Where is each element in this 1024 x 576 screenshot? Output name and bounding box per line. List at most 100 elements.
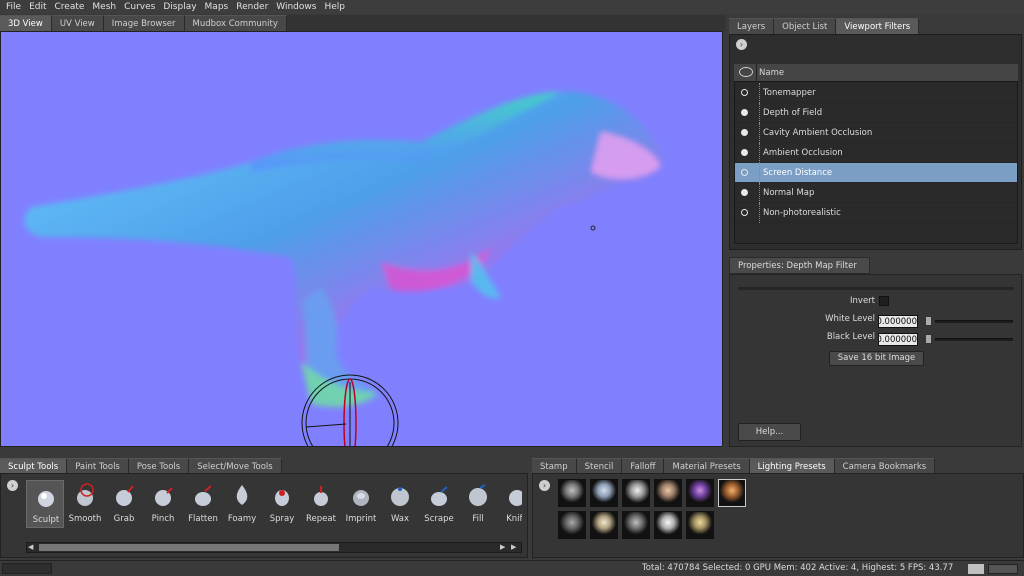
tool-spray[interactable]: Spray xyxy=(263,480,301,528)
scroll-left-icon[interactable]: ◀ xyxy=(28,543,37,552)
tab-uv-view[interactable]: UV View xyxy=(51,15,104,31)
visibility-icon[interactable] xyxy=(741,89,748,96)
tool-label: Knife xyxy=(506,514,522,524)
black-level-slider-handle[interactable] xyxy=(925,334,932,344)
imprint-icon xyxy=(353,490,369,506)
tool-smooth[interactable]: Smooth xyxy=(66,480,104,528)
visibility-icon[interactable] xyxy=(741,189,748,196)
filter-row-ambient-occlusion[interactable]: Ambient Occlusion xyxy=(735,143,1017,163)
menu-file[interactable]: File xyxy=(4,0,27,14)
filter-row-non-photorealistic[interactable]: Non-photorealistic xyxy=(735,203,1017,223)
tool-scrape[interactable]: Scrape xyxy=(420,480,458,528)
tool-foamy[interactable]: Foamy xyxy=(223,480,261,528)
scroll-end-icon[interactable]: ▶ xyxy=(511,543,520,552)
menu-mesh[interactable]: Mesh xyxy=(90,0,122,14)
tab-lighting-presets[interactable]: Lighting Presets xyxy=(749,458,835,474)
tab-stencil[interactable]: Stencil xyxy=(576,458,623,474)
tab-paint-tools[interactable]: Paint Tools xyxy=(67,458,129,474)
tab-layers[interactable]: Layers xyxy=(729,18,775,34)
scrollbar-thumb[interactable] xyxy=(39,544,339,551)
tool-grab[interactable]: Grab xyxy=(105,480,143,528)
tool-flatten[interactable]: Flatten xyxy=(184,480,222,528)
lighting-preset-thumb[interactable] xyxy=(622,511,650,539)
invert-label: Invert xyxy=(850,296,875,306)
lighting-preset-thumb[interactable] xyxy=(686,479,714,507)
menu-maps[interactable]: Maps xyxy=(203,0,235,14)
visibility-icon[interactable] xyxy=(741,209,748,216)
visibility-icon[interactable] xyxy=(741,149,748,156)
tool-fill[interactable]: Fill xyxy=(459,480,497,528)
panel-menu-icon[interactable]: › xyxy=(539,480,550,491)
tab-image-browser[interactable]: Image Browser xyxy=(103,15,185,31)
filter-row-tonemapper[interactable]: Tonemapper xyxy=(735,83,1017,103)
filter-row-screen-distance[interactable]: Screen Distance xyxy=(735,163,1017,183)
tool-knife[interactable]: Knife xyxy=(498,480,522,528)
tool-wax[interactable]: Wax xyxy=(381,480,419,528)
status-field xyxy=(2,563,52,574)
filter-label: Cavity Ambient Occlusion xyxy=(763,128,873,138)
filter-row-depth-of-field[interactable]: Depth of Field xyxy=(735,103,1017,123)
tab-properties[interactable]: Properties: Depth Map Filter xyxy=(729,257,870,274)
tab-object-list[interactable]: Object List xyxy=(774,18,837,34)
eye-icon xyxy=(739,67,753,77)
menu-edit[interactable]: Edit xyxy=(27,0,52,14)
name-column-header[interactable]: Name xyxy=(756,64,784,82)
help-button[interactable]: Help... xyxy=(738,423,801,441)
lighting-preset-thumb[interactable] xyxy=(686,511,714,539)
black-level-slider[interactable] xyxy=(935,338,1013,341)
menu-create[interactable]: Create xyxy=(53,0,91,14)
tool-pinch[interactable]: Pinch xyxy=(144,480,182,528)
tool-sculpt[interactable]: Sculpt xyxy=(26,480,64,528)
lighting-preset-thumb[interactable] xyxy=(654,511,682,539)
tab-sculpt-tools[interactable]: Sculpt Tools xyxy=(0,458,68,474)
tab-mudbox-community[interactable]: Mudbox Community xyxy=(184,15,287,31)
tool-label: Scrape xyxy=(424,514,454,524)
menu-curves[interactable]: Curves xyxy=(122,0,161,14)
tab-select-move-tools[interactable]: Select/Move Tools xyxy=(189,458,282,474)
menu-windows[interactable]: Windows xyxy=(274,0,322,14)
save-16bit-button[interactable]: Save 16 bit Image xyxy=(829,351,924,366)
visibility-icon[interactable] xyxy=(741,129,748,136)
lighting-preset-thumb-selected[interactable] xyxy=(718,479,746,507)
tab-material-presets[interactable]: Material Presets xyxy=(664,458,750,474)
white-level-slider[interactable] xyxy=(935,320,1013,323)
white-level-label: White Level xyxy=(825,314,875,324)
invert-checkbox[interactable] xyxy=(879,296,889,306)
white-level-field[interactable]: 0.000000 xyxy=(878,315,918,328)
tool-imprint[interactable]: Imprint xyxy=(342,480,380,528)
flatten-icon xyxy=(195,485,212,506)
tab-viewport-filters[interactable]: Viewport Filters xyxy=(836,18,920,34)
menu-help[interactable]: Help xyxy=(322,0,351,14)
tab-pose-tools[interactable]: Pose Tools xyxy=(128,458,190,474)
lighting-preset-thumb[interactable] xyxy=(590,511,618,539)
filter-row-normal-map[interactable]: Normal Map xyxy=(735,183,1017,203)
filter-row-cavity-ao[interactable]: Cavity Ambient Occlusion xyxy=(735,123,1017,143)
3d-viewport[interactable] xyxy=(0,31,723,447)
tab-camera-bookmarks[interactable]: Camera Bookmarks xyxy=(834,458,936,474)
lighting-preset-thumb[interactable] xyxy=(558,511,586,539)
visibility-icon[interactable] xyxy=(741,169,748,176)
tool-label: Foamy xyxy=(227,514,257,524)
tool-repeat[interactable]: Repeat xyxy=(302,480,340,528)
spray-icon xyxy=(275,490,289,506)
lighting-preset-thumb[interactable] xyxy=(654,479,682,507)
tab-falloff[interactable]: Falloff xyxy=(622,458,665,474)
tools-scrollbar[interactable]: ◀ ▶ ▶ xyxy=(26,542,522,553)
sculpt-icon xyxy=(38,491,54,507)
lighting-preset-thumb[interactable] xyxy=(590,479,618,507)
dinosaur-model[interactable] xyxy=(1,32,723,447)
scroll-right-icon[interactable]: ▶ xyxy=(500,543,509,552)
panel-menu-icon[interactable]: › xyxy=(736,39,747,50)
scrape-icon xyxy=(431,486,448,506)
white-level-slider-handle[interactable] xyxy=(925,316,932,326)
panel-menu-icon[interactable]: › xyxy=(7,480,18,491)
tab-3d-view[interactable]: 3D View xyxy=(0,15,52,31)
menu-display[interactable]: Display xyxy=(161,0,202,14)
menu-render[interactable]: Render xyxy=(234,0,274,14)
lighting-preset-thumb[interactable] xyxy=(622,479,650,507)
visibility-icon[interactable] xyxy=(741,109,748,116)
lighting-preset-thumb[interactable] xyxy=(558,479,586,507)
black-level-field[interactable]: 0.000000 xyxy=(878,333,918,346)
tab-stamp[interactable]: Stamp xyxy=(532,458,577,474)
wax-icon xyxy=(391,487,409,506)
